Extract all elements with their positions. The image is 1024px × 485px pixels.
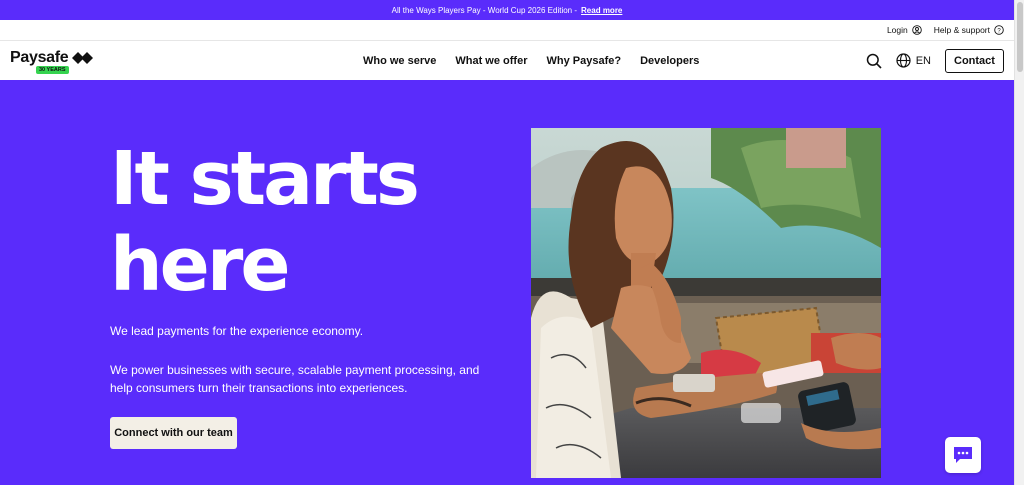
paysafe-logo[interactable]: Paysafe 30 YEARS (10, 49, 100, 77)
svg-text:?: ? (997, 28, 1001, 34)
logo-text: Paysafe (10, 49, 69, 66)
connect-team-button[interactable]: Connect with our team (110, 417, 237, 449)
hero-title-line-2: here (110, 222, 291, 308)
promo-read-more-link[interactable]: Read more (581, 6, 622, 15)
login-label: Login (886, 25, 908, 35)
main-navbar: Paysafe 30 YEARS Who we serve What we of… (0, 41, 1014, 80)
scrollbar-thumb[interactable] (1017, 2, 1023, 72)
nav-what-we-offer[interactable]: What we offer (455, 55, 527, 67)
nav-who-we-serve[interactable]: Who we serve (363, 55, 436, 67)
login-link[interactable]: Login (887, 25, 922, 35)
promo-text: All the Ways Players Pay - World Cup 202… (391, 5, 578, 15)
help-support-link[interactable]: Help & support ? (934, 25, 1004, 35)
language-label: EN (915, 54, 931, 67)
hero-title-line-1: It starts (110, 136, 420, 222)
utility-bar: Login Help & support ? (0, 20, 1014, 41)
hero-body: We power businesses with secure, scalabl… (110, 363, 480, 395)
language-selector[interactable]: EN (896, 53, 931, 68)
nav-why-paysafe[interactable]: Why Paysafe? (546, 55, 621, 67)
hero-subtitle: We lead payments for the experience econ… (110, 324, 364, 338)
hero-title: It starts here (110, 136, 510, 308)
nav-actions: EN Contact (866, 41, 1004, 80)
help-circle-icon: ? (994, 25, 1004, 35)
help-label: Help & support (933, 25, 990, 35)
chat-icon (954, 447, 972, 463)
contact-button[interactable]: Contact (945, 48, 1004, 73)
paysafe-diamond-icon (72, 52, 93, 64)
search-icon[interactable] (866, 53, 882, 69)
page-scrollbar[interactable] (1014, 0, 1024, 485)
anniversary-badge: 30 YEARS (36, 66, 69, 74)
hero-photo-illustration (531, 128, 881, 478)
globe-icon (896, 53, 911, 68)
hero-photo (531, 128, 881, 478)
primary-menu: Who we serve What we offer Why Paysafe? … (363, 41, 699, 80)
nav-developers[interactable]: Developers (640, 55, 699, 67)
user-circle-icon (912, 25, 922, 35)
promo-banner: All the Ways Players Pay - World Cup 202… (0, 0, 1014, 20)
chat-widget-button[interactable] (945, 437, 981, 473)
